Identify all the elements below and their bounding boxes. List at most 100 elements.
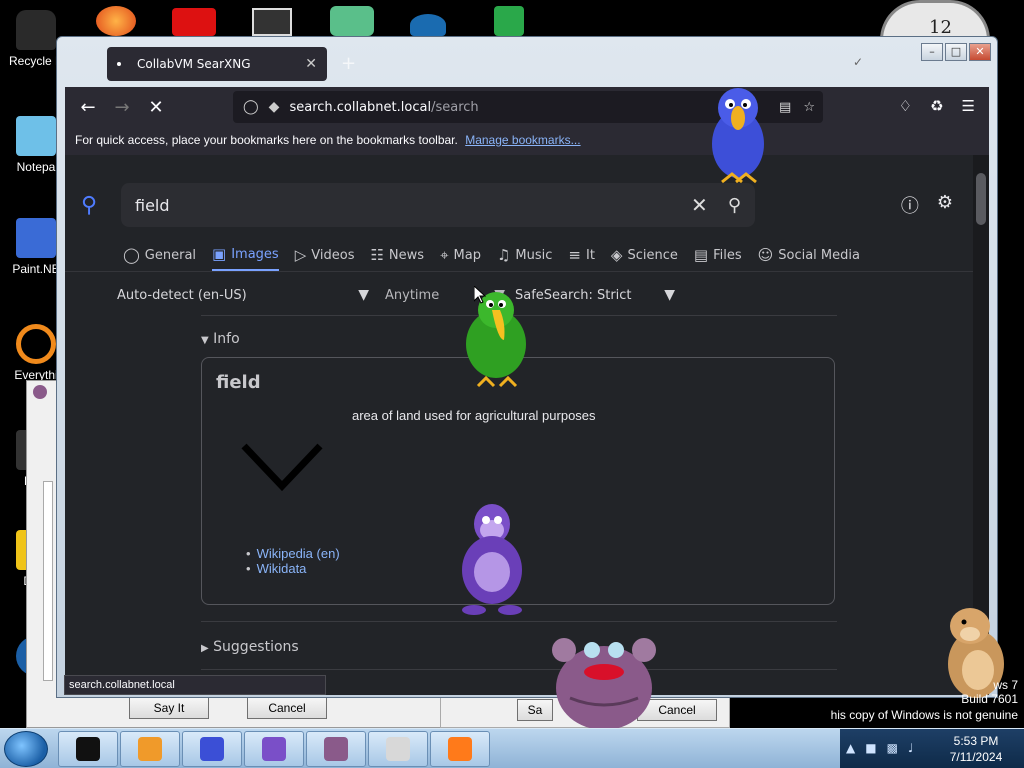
people-icon: ☺: [757, 246, 774, 264]
dialog-textbox[interactable]: [43, 481, 53, 681]
back-button[interactable]: ←: [71, 97, 105, 118]
search-row: ⚲ field ✕ ⚲ ⓘ ⚙: [81, 183, 961, 227]
taskbar-item-firefox[interactable]: [430, 731, 490, 767]
pocket-icon[interactable]: ♢: [899, 97, 912, 115]
files-icon: ▤: [693, 246, 709, 264]
notepad-icon: [16, 116, 56, 156]
tab-files[interactable]: ▤ Files: [694, 245, 742, 271]
divider: [201, 621, 837, 622]
infobox-title: field: [216, 372, 261, 393]
cube-icon: ◈: [610, 246, 623, 264]
wikipedia-link[interactable]: Wikipedia (en): [246, 546, 340, 561]
bonzi-pink-lips-monster[interactable]: [550, 628, 658, 728]
say-button-2[interactable]: Sa: [517, 699, 553, 721]
adobe-reader-icon[interactable]: [172, 8, 216, 36]
watermark-line-1: ws 7: [993, 678, 1018, 692]
preferences-gear-icon[interactable]: ⚙: [937, 192, 953, 218]
system-tray: ▲ ■ ▩ ♩ 5:53 PM 7/11/2024: [840, 729, 1024, 768]
volume-tray-icon[interactable]: ♩: [908, 741, 914, 755]
green-app-icon[interactable]: [494, 6, 524, 36]
start-button[interactable]: [4, 731, 48, 767]
tab-images[interactable]: ▣ Images: [212, 245, 279, 271]
time-range-value: Anytime: [385, 287, 440, 303]
taskbar-item-bonzi-peedy[interactable]: [182, 731, 242, 767]
taskbar-item-bonzi-buddy[interactable]: [244, 731, 304, 767]
search-submit-icon[interactable]: ⚲: [728, 195, 741, 216]
manage-bookmarks-link[interactable]: Manage bookmarks...: [465, 133, 580, 147]
explorer-icon: [386, 737, 410, 761]
loading-dot-icon: [117, 62, 121, 66]
minimize-button[interactable]: –: [921, 43, 943, 61]
mouse-cursor-icon: [474, 286, 486, 304]
language-select[interactable]: Auto-detect (en-US) ▼: [117, 287, 385, 303]
safesearch-select[interactable]: SafeSearch: Strict ▼: [515, 287, 675, 303]
new-tab-button[interactable]: +: [341, 53, 356, 74]
lock-icon[interactable]: ◆: [269, 99, 280, 115]
search-input[interactable]: field ✕ ⚲: [121, 183, 755, 227]
tab-close-icon[interactable]: ✕: [305, 56, 317, 72]
about-info-icon[interactable]: ⓘ: [901, 192, 919, 218]
forward-button[interactable]: →: [105, 97, 139, 118]
url-path: /search: [431, 99, 479, 115]
tab-news[interactable]: ☷ News: [370, 245, 424, 271]
tab-social-media[interactable]: ☺ Social Media: [758, 245, 860, 271]
info-toggle[interactable]: ▼ Info: [201, 331, 240, 347]
suggestions-toggle[interactable]: ▶ Suggestions: [201, 639, 299, 655]
green-parrot[interactable]: [460, 288, 532, 390]
extensions-icon[interactable]: ♻: [930, 97, 943, 115]
taskbar-item-explorer[interactable]: [368, 731, 428, 767]
tab-music[interactable]: ♫ Music: [497, 245, 552, 271]
close-window-button[interactable]: ✕: [969, 43, 991, 61]
recycle-bin-icon: [16, 10, 56, 50]
infobox-links: Wikipedia (en) Wikidata: [246, 546, 340, 576]
tray-date: 7/11/2024: [949, 750, 1003, 764]
tab-map[interactable]: ⌖ Map: [440, 245, 481, 271]
search-query: field: [135, 195, 170, 215]
maximize-button[interactable]: □: [945, 43, 967, 61]
pencil-icon[interactable]: [330, 6, 374, 36]
chevron-down-icon: ▼: [358, 287, 369, 303]
tab-science[interactable]: ◈ Science: [611, 245, 678, 271]
tray-expand-icon[interactable]: ▲: [846, 741, 855, 755]
bonzi-clippit-icon: [324, 737, 348, 761]
tab-general[interactable]: ◯ General: [123, 245, 196, 271]
divider: [201, 669, 837, 670]
cancel-button[interactable]: Cancel: [247, 697, 327, 719]
shield-icon[interactable]: ◯: [243, 99, 259, 115]
taskbar-item-media-player[interactable]: [120, 731, 180, 767]
network-tray-icon[interactable]: ▩: [887, 741, 898, 755]
bonzi-tray-icon[interactable]: ■: [865, 741, 876, 755]
searxng-logo-icon[interactable]: ⚲: [81, 193, 121, 218]
newspaper-icon: ☷: [370, 246, 384, 264]
broken-image-chevron-icon: [241, 443, 323, 492]
windows-watermark: ws 7 Build 7601 his copy of Windows is n…: [831, 678, 1018, 722]
tray-clock[interactable]: 5:53 PM 7/11/2024: [936, 733, 1016, 765]
peedy-parrot-blue[interactable]: [706, 78, 770, 188]
tab-videos[interactable]: ▷ Videos: [295, 245, 355, 271]
terminal-icon: [76, 737, 100, 761]
infobox-description: area of land used for agricultural purpo…: [352, 408, 596, 423]
scrollbar-thumb[interactable]: [976, 173, 986, 225]
bonzi-peedy-icon: [200, 737, 224, 761]
tab-searxng[interactable]: CollabVM SearXNG ✕: [107, 47, 327, 81]
bonzi-buddy-purple[interactable]: [452, 500, 532, 616]
hat-icon[interactable]: [410, 14, 446, 36]
wikidata-link[interactable]: Wikidata: [246, 561, 340, 576]
reader-view-icon[interactable]: ▤: [779, 100, 791, 115]
map-pin-icon: ⌖: [440, 246, 449, 264]
firefox-desktop-icon[interactable]: [96, 6, 136, 36]
stop-button[interactable]: ✕: [139, 97, 173, 118]
music-icon: ♫: [496, 246, 511, 264]
tab-list-icon[interactable]: ✓: [853, 55, 863, 69]
taskbar-item-bonzi-clippit[interactable]: [306, 731, 366, 767]
bookmark-star-icon[interactable]: ☆: [803, 100, 815, 115]
search-icon: ◯: [123, 246, 140, 264]
media-icon[interactable]: [252, 8, 292, 36]
category-tabs: ◯ General ▣ Images ▷ Videos ☷ News ⌖ Map ♫ Music ≡ It…: [123, 245, 860, 271]
menu-icon[interactable]: ☰: [962, 97, 975, 115]
say-it-button[interactable]: Say It: [129, 697, 209, 719]
bonzi-buddy-icon: [262, 737, 286, 761]
clear-search-icon[interactable]: ✕: [691, 193, 708, 217]
taskbar-item-terminal[interactable]: [58, 731, 118, 767]
tab-it[interactable]: ≡ It: [568, 245, 595, 271]
